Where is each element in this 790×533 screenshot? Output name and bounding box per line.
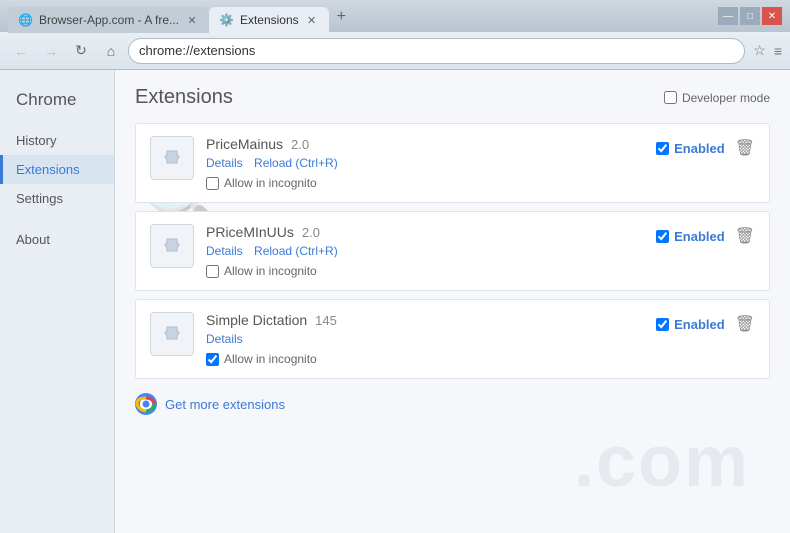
developer-mode-label: Developer mode <box>682 91 770 105</box>
ext-card-header-3: Simple Dictation 145 Details Allow in in… <box>150 312 755 366</box>
ext-links-simple-dictation: Details <box>206 332 755 346</box>
browser-frame: 🌐 Browser-App.com - A fre... ✕ ⚙️ Extens… <box>0 0 790 533</box>
title-bar: 🌐 Browser-App.com - A fre... ✕ ⚙️ Extens… <box>0 0 790 32</box>
ext-enabled-simple-dictation[interactable]: Enabled <box>656 317 725 332</box>
watermark-text: .com <box>574 421 750 503</box>
extension-card-pricemainus: PriceMainus 2.0 Details Reload (Ctrl+R) … <box>135 123 770 203</box>
minimize-button[interactable]: — <box>718 7 738 25</box>
get-more-extensions: Get more extensions <box>135 393 770 415</box>
ext-card-header-2: PRiceMInUUs 2.0 Details Reload (Ctrl+R) … <box>150 224 755 278</box>
window-controls: — □ ✕ <box>718 7 782 25</box>
ext-reload-link-pricemainus[interactable]: Reload (Ctrl+R) <box>254 156 338 170</box>
sidebar-item-settings[interactable]: Settings <box>0 184 114 213</box>
maximize-button[interactable]: □ <box>740 7 760 25</box>
sidebar-item-extensions[interactable]: Extensions <box>0 155 114 184</box>
ext-delete-pricemainus[interactable]: 🗑 <box>735 138 755 158</box>
ext-actions-priceminuus: Enabled 🗑 <box>656 226 755 246</box>
ext-name-simple-dictation: Simple Dictation <box>206 312 307 328</box>
extensions-content: 🔍 .com Extensions Developer mode <box>115 70 790 533</box>
ext-incognito-simple-dictation: Allow in incognito <box>206 352 755 366</box>
sidebar-item-history[interactable]: History <box>0 126 114 155</box>
sidebar-title: Chrome <box>0 86 114 126</box>
new-tab-button[interactable]: + <box>329 2 354 32</box>
tab1-favicon: 🌐 <box>18 13 33 27</box>
ext-enabled-pricemainus[interactable]: Enabled <box>656 141 725 156</box>
ext-incognito-checkbox-pricemainus[interactable] <box>206 177 219 190</box>
extension-card-priceminuus: PRiceMInUUs 2.0 Details Reload (Ctrl+R) … <box>135 211 770 291</box>
ext-reload-link-priceminuus[interactable]: Reload (Ctrl+R) <box>254 244 338 258</box>
tab-browser-app[interactable]: 🌐 Browser-App.com - A fre... ✕ <box>8 7 209 33</box>
ext-enabled-checkbox-pricemainus[interactable] <box>656 142 669 155</box>
tab-extensions[interactable]: ⚙️ Extensions ✕ <box>209 7 329 33</box>
ext-actions-pricemainus: Enabled 🗑 <box>656 138 755 158</box>
ext-version-simple-dictation: 145 <box>315 313 337 328</box>
ext-enabled-label-pricemainus: Enabled <box>674 141 725 156</box>
menu-icon[interactable]: ≡ <box>774 43 782 59</box>
get-more-extensions-link[interactable]: Get more extensions <box>165 397 285 412</box>
tabs-area: 🌐 Browser-App.com - A fre... ✕ ⚙️ Extens… <box>8 0 710 32</box>
bookmark-star-icon[interactable]: ☆ <box>753 42 766 59</box>
ext-enabled-priceminuus[interactable]: Enabled <box>656 229 725 244</box>
ext-name-pricemainus: PriceMainus <box>206 136 283 152</box>
tab2-label: Extensions <box>240 13 299 27</box>
tab1-close[interactable]: ✕ <box>185 13 199 27</box>
close-button[interactable]: ✕ <box>762 7 782 25</box>
ext-incognito-pricemainus: Allow in incognito <box>206 176 755 190</box>
ext-details-link-pricemainus[interactable]: Details <box>206 156 243 170</box>
tab2-close[interactable]: ✕ <box>305 13 319 27</box>
ext-incognito-checkbox-priceminuus[interactable] <box>206 265 219 278</box>
content-area: Chrome History Extensions Settings About… <box>0 70 790 533</box>
ext-incognito-priceminuus: Allow in incognito <box>206 264 755 278</box>
address-input[interactable] <box>139 43 734 58</box>
ext-details-link-priceminuus[interactable]: Details <box>206 244 243 258</box>
sidebar-item-about[interactable]: About <box>0 225 114 254</box>
ext-version-priceminuus: 2.0 <box>302 225 320 240</box>
tab2-favicon: ⚙️ <box>219 13 234 27</box>
sidebar-divider <box>0 213 114 225</box>
sidebar: Chrome History Extensions Settings About <box>0 70 115 533</box>
reload-button[interactable]: ↻ <box>68 38 94 64</box>
ext-delete-simple-dictation[interactable]: 🗑 <box>735 314 755 334</box>
ext-name-priceminuus: PRiceMInUUs <box>206 224 294 240</box>
tab1-label: Browser-App.com - A fre... <box>39 13 179 27</box>
ext-incognito-checkbox-simple-dictation[interactable] <box>206 353 219 366</box>
address-bar[interactable] <box>128 38 745 64</box>
nav-bar: ← → ↻ ⌂ ☆ ≡ <box>0 32 790 70</box>
extension-card-simple-dictation: Simple Dictation 145 Details Allow in in… <box>135 299 770 379</box>
ext-incognito-label-simple-dictation: Allow in incognito <box>224 352 317 366</box>
ext-incognito-label-priceminuus: Allow in incognito <box>224 264 317 278</box>
ext-links-priceminuus: Details Reload (Ctrl+R) <box>206 244 755 258</box>
ext-enabled-checkbox-priceminuus[interactable] <box>656 230 669 243</box>
ext-links-pricemainus: Details Reload (Ctrl+R) <box>206 156 755 170</box>
ext-icon-pricemainus <box>150 136 194 180</box>
home-button[interactable]: ⌂ <box>98 38 124 64</box>
back-button[interactable]: ← <box>8 38 34 64</box>
ext-enabled-label-priceminuus: Enabled <box>674 229 725 244</box>
ext-icon-priceminuus <box>150 224 194 268</box>
ext-actions-simple-dictation: Enabled 🗑 <box>656 314 755 334</box>
developer-mode-toggle[interactable]: Developer mode <box>664 91 770 105</box>
ext-details-link-simple-dictation[interactable]: Details <box>206 332 243 346</box>
extensions-title: Extensions <box>135 86 233 109</box>
ext-version-pricemainus: 2.0 <box>291 137 309 152</box>
ext-icon-simple-dictation <box>150 312 194 356</box>
developer-mode-checkbox[interactable] <box>664 91 677 104</box>
forward-button[interactable]: → <box>38 38 64 64</box>
ext-enabled-label-simple-dictation: Enabled <box>674 317 725 332</box>
ext-incognito-label-pricemainus: Allow in incognito <box>224 176 317 190</box>
chrome-logo-icon <box>135 393 157 415</box>
extensions-header: Extensions Developer mode <box>135 86 770 109</box>
ext-enabled-checkbox-simple-dictation[interactable] <box>656 318 669 331</box>
ext-card-header-1: PriceMainus 2.0 Details Reload (Ctrl+R) … <box>150 136 755 190</box>
ext-delete-priceminuus[interactable]: 🗑 <box>735 226 755 246</box>
